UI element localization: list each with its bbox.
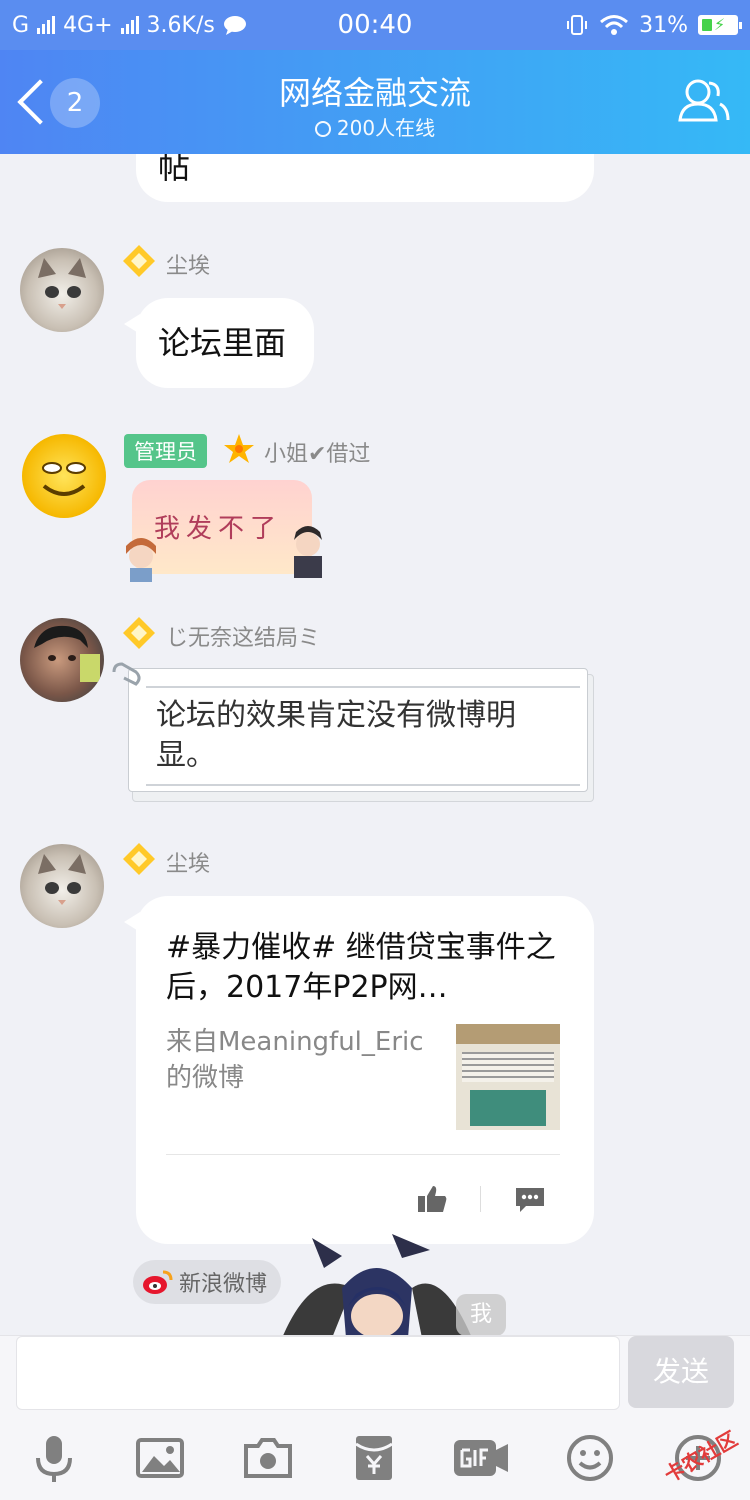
avatar[interactable] bbox=[20, 618, 104, 702]
group-members-icon[interactable] bbox=[676, 74, 732, 130]
person-avatar-icon bbox=[34, 625, 100, 682]
input-bar: 发送 卡农社区 bbox=[0, 1335, 750, 1500]
weibo-logo-icon bbox=[143, 1270, 173, 1294]
source-tag[interactable]: 新浪微博 bbox=[133, 1260, 282, 1304]
sender-name: 小姐✔借过 bbox=[264, 442, 371, 467]
anime-girl-icon bbox=[126, 538, 156, 582]
paper-rule bbox=[146, 784, 580, 786]
sticker-bubble[interactable]: 我发不了 bbox=[118, 480, 332, 582]
card-divider bbox=[166, 1154, 560, 1155]
online-count-label: 200人在线 bbox=[336, 116, 436, 140]
cat-avatar-icon bbox=[38, 258, 86, 309]
sender-name: 尘埃 bbox=[166, 852, 211, 877]
input-toolbar bbox=[0, 1432, 750, 1488]
vip-diamond-icon bbox=[123, 843, 155, 875]
paper-rule bbox=[146, 686, 580, 688]
online-icon bbox=[314, 121, 331, 137]
group-title: 网络金融交流 bbox=[278, 74, 471, 112]
weibo-share-card[interactable]: #暴力催收# 继借贷宝事件之后，2017年P2P网… 来自Meaningful_… bbox=[124, 896, 594, 1244]
card-title: #暴力催收# 继借贷宝事件之后，2017年P2P网… bbox=[166, 930, 556, 1005]
gif-icon[interactable] bbox=[452, 1432, 512, 1484]
microphone-icon[interactable] bbox=[28, 1432, 80, 1484]
thumbs-up-icon[interactable] bbox=[416, 1184, 448, 1214]
chat-bubble-icon bbox=[223, 16, 246, 35]
message-bubble[interactable]: 帖 bbox=[136, 154, 594, 202]
battery-icon: ⚡ bbox=[698, 15, 742, 35]
anime-boy-icon bbox=[294, 526, 322, 578]
thumbnail-header bbox=[456, 1024, 560, 1044]
dark-character-sticker-icon[interactable] bbox=[272, 1228, 482, 1335]
comment-icon[interactable] bbox=[514, 1186, 546, 1214]
paperclip-icon bbox=[112, 662, 141, 686]
signal-icon bbox=[120, 16, 139, 34]
message-input[interactable] bbox=[16, 1336, 620, 1410]
wifi-icon bbox=[600, 15, 629, 35]
message-text: 帖 bbox=[158, 154, 191, 186]
red-packet-icon[interactable] bbox=[348, 1432, 400, 1484]
message-bubble[interactable]: 论坛里面 bbox=[124, 298, 314, 388]
cat-avatar-icon bbox=[38, 854, 86, 905]
me-tag: 我 bbox=[456, 1294, 506, 1335]
status-bar: G 4G+ 3.6K/s 00:40 31% ⚡ bbox=[0, 0, 750, 50]
vip-diamond-icon bbox=[123, 245, 155, 277]
online-count: 200人在线 bbox=[0, 112, 750, 141]
chat-header: 2 网络金融交流 200人在线 bbox=[0, 50, 750, 154]
vip-star-icon bbox=[224, 434, 254, 463]
admin-badge: 管理员 bbox=[124, 434, 207, 468]
emoji-icon[interactable] bbox=[564, 1432, 616, 1484]
vibrate-icon bbox=[567, 15, 588, 35]
vip-diamond-icon bbox=[123, 617, 155, 649]
signal-icon bbox=[37, 16, 56, 34]
avatar[interactable] bbox=[20, 844, 104, 928]
thumbnail-photo bbox=[470, 1090, 546, 1126]
sticker-text: 我发不了 bbox=[154, 514, 283, 544]
sender-name: 尘埃 bbox=[166, 254, 211, 279]
message-text: 论坛里面 bbox=[158, 324, 287, 362]
send-button[interactable]: 发送 bbox=[628, 1336, 734, 1408]
avatar[interactable] bbox=[20, 248, 104, 332]
card-thumbnail[interactable] bbox=[456, 1024, 560, 1130]
action-separator bbox=[480, 1186, 481, 1212]
card-source: 来自Meaningful_Eric 的微博 bbox=[166, 1027, 424, 1093]
smiley-avatar-icon bbox=[42, 462, 86, 496]
sender-name: じ无奈这结局ミ bbox=[166, 626, 321, 651]
battery-percent: 31% bbox=[639, 12, 688, 38]
clock: 00:40 bbox=[337, 10, 413, 40]
avatar[interactable] bbox=[22, 434, 106, 518]
speed-label: 3.6K/s bbox=[146, 12, 215, 38]
carrier-label: G bbox=[12, 12, 30, 38]
thumbnail-text bbox=[462, 1052, 554, 1082]
image-icon[interactable] bbox=[134, 1432, 186, 1484]
network-label: 4G+ bbox=[63, 12, 113, 38]
camera-icon[interactable] bbox=[242, 1432, 294, 1484]
message-text: 论坛的效果肯定没有微博明显。 bbox=[156, 698, 516, 773]
message-list[interactable]: 帖 尘埃 论坛里面 管理员 小姐✔借过 我发不了 じ无奈这结局ミ 论坛的效果肯定… bbox=[0, 154, 750, 1335]
paper-bubble[interactable]: 论坛的效果肯定没有微博明显。 bbox=[112, 662, 594, 802]
source-tag-label: 新浪微博 bbox=[179, 1272, 268, 1297]
